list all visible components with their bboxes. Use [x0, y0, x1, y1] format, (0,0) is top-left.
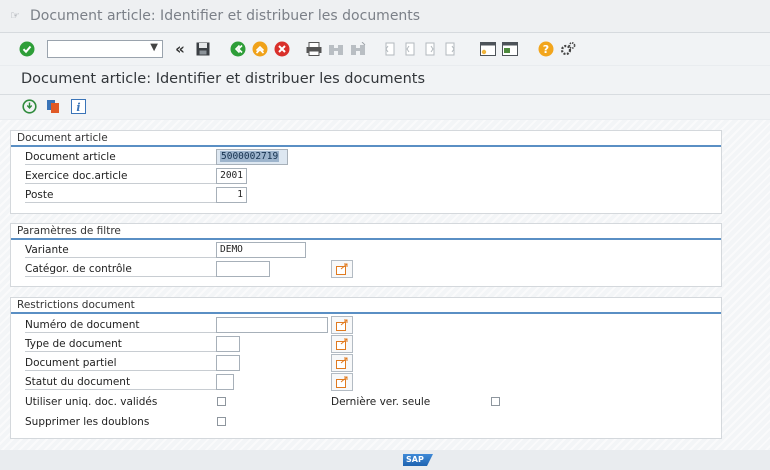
previous-page-icon[interactable] [401, 39, 419, 59]
customize-layout-icon[interactable] [559, 39, 577, 59]
create-session-icon[interactable] [479, 39, 497, 59]
document-part-label: Document partiel [25, 355, 217, 371]
system-toolbar: ▼ « ? [0, 33, 770, 65]
multiple-selection-button[interactable] [331, 260, 353, 278]
document-number-field[interactable] [216, 317, 328, 333]
multiple-selection-icon [335, 319, 347, 331]
back-icon[interactable] [229, 39, 247, 59]
execute-icon[interactable] [21, 98, 37, 114]
item-field[interactable]: 1 [216, 187, 247, 203]
page-title: Document article: Identifier et distribu… [21, 71, 426, 87]
group-title: Document article [11, 131, 721, 147]
document-article-label: Document article [25, 149, 217, 165]
window-titlebar: ☞ Document article: Identifier et distri… [0, 0, 770, 33]
back-nav-icon[interactable]: « [171, 39, 189, 59]
group-title: Restrictions document [11, 298, 721, 314]
group-filter: Paramètres de filtre Variante DEMO Catég… [10, 223, 722, 287]
last-page-icon[interactable] [441, 39, 459, 59]
document-number-label: Numéro de document [25, 317, 217, 333]
status-bar [0, 450, 770, 470]
multiple-selection-button[interactable] [331, 354, 353, 372]
valid-only-checkbox[interactable] [217, 397, 226, 406]
document-type-label: Type de document [25, 336, 217, 352]
control-category-field[interactable] [216, 261, 270, 277]
chevron-down-icon[interactable]: ▼ [150, 42, 158, 53]
first-page-icon[interactable] [381, 39, 399, 59]
command-input[interactable] [50, 42, 148, 58]
multiple-selection-button[interactable] [331, 316, 353, 334]
info-icon[interactable]: i [70, 98, 86, 114]
control-category-label: Catégor. de contrôle [25, 261, 217, 277]
fiscal-year-field[interactable]: 2001 [216, 168, 247, 184]
find-icon[interactable] [327, 39, 345, 59]
document-type-field[interactable] [216, 336, 240, 352]
save-icon[interactable] [194, 39, 212, 59]
shortcut-icon[interactable] [501, 39, 519, 59]
svg-text:?: ? [543, 43, 549, 56]
next-page-icon[interactable] [421, 39, 439, 59]
remove-duplicates-checkbox[interactable] [217, 417, 226, 426]
command-field[interactable]: ▼ [47, 40, 163, 58]
valid-only-label: Utiliser uniq. doc. validés [25, 396, 158, 408]
help-icon[interactable]: ? [537, 39, 555, 59]
multiple-selection-icon [335, 376, 347, 388]
variant-field[interactable]: DEMO [216, 242, 306, 258]
document-article-field[interactable]: 5000002719 [216, 149, 288, 165]
variant-label: Variante [25, 242, 217, 258]
svg-text:i: i [76, 101, 80, 114]
item-label: Poste [25, 187, 217, 203]
window-title: Document article: Identifier et distribu… [30, 8, 421, 24]
group-restrictions: Restrictions document Numéro de document… [10, 297, 722, 439]
enter-icon[interactable] [18, 39, 36, 59]
menu-icon[interactable]: ☞ [10, 9, 22, 22]
document-part-field[interactable] [216, 355, 240, 371]
cancel-icon[interactable] [273, 39, 291, 59]
application-toolbar: i [0, 95, 770, 119]
multiple-selection-icon [335, 357, 347, 369]
remove-duplicates-label: Supprimer les doublons [25, 416, 150, 428]
multiple-selection-button[interactable] [331, 335, 353, 353]
last-version-checkbox[interactable] [491, 397, 500, 406]
multiple-selection-icon [335, 263, 347, 275]
group-title: Paramètres de filtre [11, 224, 721, 240]
fiscal-year-label: Exercice doc.article [25, 168, 217, 184]
exit-icon[interactable] [251, 39, 269, 59]
multiple-selection-button[interactable] [331, 373, 353, 391]
find-next-icon[interactable] [349, 39, 367, 59]
last-version-label: Dernière ver. seule [331, 396, 431, 408]
selection-screen: Document article Document article 500000… [0, 120, 770, 450]
page-header: Document article: Identifier et distribu… [0, 66, 770, 95]
print-icon[interactable] [305, 39, 323, 59]
multiple-selection-icon [335, 338, 347, 350]
document-status-label: Statut du document [25, 374, 217, 390]
group-document-article: Document article Document article 500000… [10, 130, 722, 214]
document-status-field[interactable] [216, 374, 234, 390]
get-variant-icon[interactable] [45, 98, 61, 114]
